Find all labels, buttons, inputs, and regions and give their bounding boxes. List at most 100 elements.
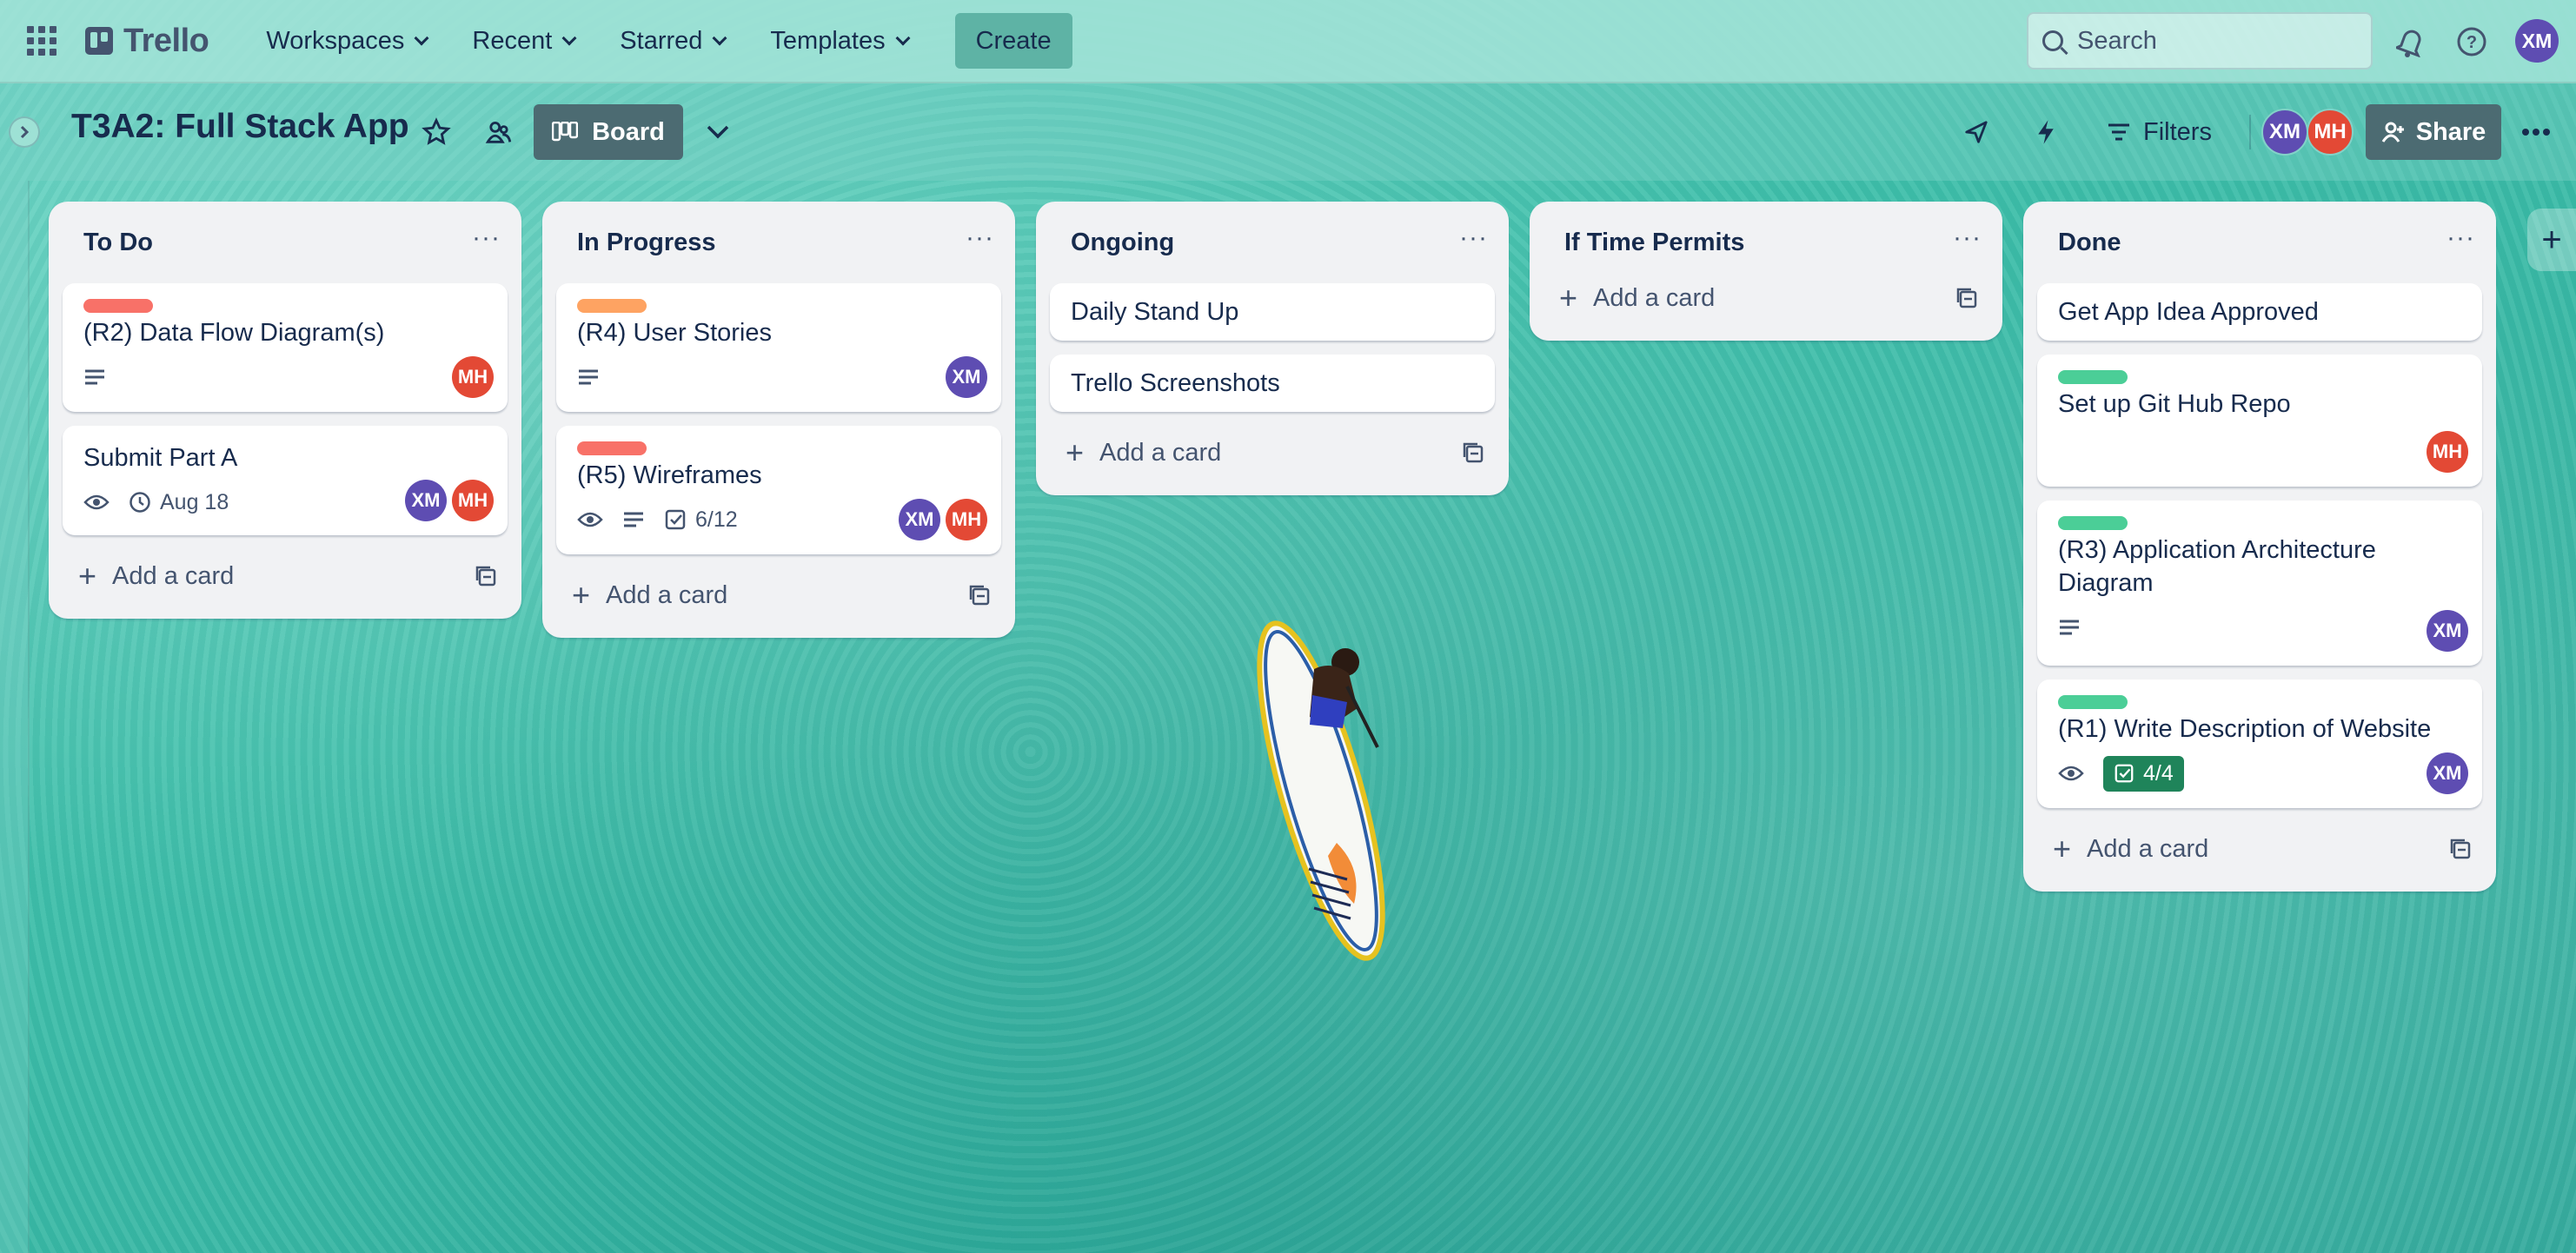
plus-icon: + xyxy=(572,577,591,613)
views-chevron-down-icon[interactable] xyxy=(700,115,735,149)
card-members: XM MH xyxy=(405,480,494,521)
card-label[interactable] xyxy=(2058,516,2128,530)
card-title: Daily Stand Up xyxy=(1071,298,1239,326)
card[interactable]: (R1) Write Description of Website 4/4 XM xyxy=(2037,680,2482,808)
card[interactable]: (R4) User Stories XM xyxy=(556,283,1001,412)
add-card-button[interactable]: + Add a card xyxy=(556,568,1001,622)
board-menu-icon[interactable] xyxy=(2519,115,2553,149)
add-card-button[interactable]: + Add a card xyxy=(63,549,508,603)
card[interactable]: Submit Part A Aug 18 XM MH xyxy=(63,426,508,535)
create-button[interactable]: Create xyxy=(954,13,1072,69)
app-switcher-icon[interactable] xyxy=(23,22,61,60)
card[interactable]: Get App Idea Approved xyxy=(2037,283,2482,341)
member-avatar[interactable]: MH xyxy=(946,499,987,540)
add-card-button[interactable]: + Add a card xyxy=(1050,426,1495,480)
list-in-progress: In Progress ··· (R4) User Stories XM (R5… xyxy=(542,202,1015,638)
add-card-label: Add a card xyxy=(112,561,235,590)
notifications-icon[interactable] xyxy=(2392,23,2430,61)
share-button[interactable]: Share xyxy=(2366,104,2501,160)
checklist-count: 6/12 xyxy=(695,507,738,532)
eye-icon xyxy=(577,512,603,527)
add-list-button[interactable]: + xyxy=(2527,209,2576,271)
board-icon xyxy=(552,122,579,142)
member-avatar[interactable]: MH xyxy=(2427,431,2468,473)
add-card-button[interactable]: + Add a card xyxy=(1544,271,1988,325)
card-label[interactable] xyxy=(83,299,153,313)
eye-icon xyxy=(83,494,110,510)
create-from-template-icon[interactable] xyxy=(475,565,497,587)
member-avatar[interactable]: XM xyxy=(899,499,940,540)
starred-menu[interactable]: Starred xyxy=(601,13,744,69)
recent-menu[interactable]: Recent xyxy=(453,13,594,69)
list-title[interactable]: To Do xyxy=(83,229,153,257)
card-label[interactable] xyxy=(577,299,647,313)
board-member-avatar[interactable]: XM xyxy=(2261,109,2308,156)
member-avatar[interactable]: XM xyxy=(946,356,987,398)
list-menu-icon[interactable]: ··· xyxy=(966,223,994,262)
chevron-down-icon xyxy=(561,30,577,46)
card-members: XM xyxy=(2427,752,2468,794)
workspaces-menu[interactable]: Workspaces xyxy=(247,13,446,69)
header-divider xyxy=(2249,115,2251,149)
create-from-template-icon[interactable] xyxy=(1462,441,1484,464)
user-avatar[interactable]: XM xyxy=(2515,19,2559,63)
board-member-avatar[interactable]: MH xyxy=(2307,109,2354,156)
card-members: MH xyxy=(452,356,494,398)
automation-icon[interactable] xyxy=(2028,115,2063,149)
card[interactable]: Daily Stand Up xyxy=(1050,283,1495,341)
chevron-down-icon xyxy=(895,30,911,46)
trello-logo[interactable]: Trello xyxy=(85,23,209,60)
due-date-badge[interactable]: Aug 18 xyxy=(129,490,229,515)
card[interactable]: (R5) Wireframes 6/12 XM MH xyxy=(556,426,1001,554)
list-title[interactable]: Done xyxy=(2058,229,2121,257)
list-menu-icon[interactable]: ··· xyxy=(1459,223,1488,262)
filters-button[interactable]: Filters xyxy=(2107,106,2212,158)
help-icon[interactable]: ? xyxy=(2453,23,2491,61)
card-title: (R3) Application Architecture Diagram xyxy=(2058,536,2376,597)
list-menu-icon[interactable]: ··· xyxy=(1953,223,1982,262)
create-from-template-icon[interactable] xyxy=(1955,287,1978,309)
board-title[interactable]: T3A2: Full Stack App xyxy=(71,108,409,146)
card-label[interactable] xyxy=(2058,370,2128,384)
member-avatar[interactable]: XM xyxy=(2427,610,2468,652)
card[interactable]: (R3) Application Architecture Diagram XM xyxy=(2037,501,2482,666)
power-ups-icon[interactable] xyxy=(1959,115,1994,149)
visibility-icon[interactable] xyxy=(481,115,516,149)
member-avatar[interactable]: XM xyxy=(405,480,447,521)
card-label[interactable] xyxy=(577,441,647,455)
chevron-down-icon xyxy=(712,30,727,46)
member-avatar[interactable]: MH xyxy=(452,480,494,521)
list-menu-icon[interactable]: ··· xyxy=(2447,223,2475,262)
board-view-label: Board xyxy=(592,117,665,146)
list-to-do: To Do ··· (R2) Data Flow Diagram(s) MH S… xyxy=(49,202,521,619)
templates-menu[interactable]: Templates xyxy=(751,13,926,69)
list-ongoing: Ongoing ··· Daily Stand Up Trello Screen… xyxy=(1036,202,1509,495)
list-title[interactable]: If Time Permits xyxy=(1564,229,1744,257)
create-from-template-icon[interactable] xyxy=(2449,838,2472,860)
list-title[interactable]: Ongoing xyxy=(1071,229,1174,257)
add-card-label: Add a card xyxy=(606,580,728,609)
card[interactable]: Trello Screenshots xyxy=(1050,355,1495,412)
sidebar-expand-icon[interactable] xyxy=(9,116,40,148)
svg-text:?: ? xyxy=(2466,33,2477,52)
member-avatar[interactable]: XM xyxy=(2427,752,2468,794)
list-menu-icon[interactable]: ··· xyxy=(472,223,501,262)
board-header: T3A2: Full Stack App Board Filters XM MH… xyxy=(0,83,2576,181)
starred-label: Starred xyxy=(620,26,703,55)
card-label[interactable] xyxy=(2058,695,2128,709)
board-view-button[interactable]: Board xyxy=(534,104,683,160)
card[interactable]: Set up Git Hub Repo MH xyxy=(2037,355,2482,487)
plus-icon: + xyxy=(2053,831,2072,866)
add-card-button[interactable]: + Add a card xyxy=(2037,822,2482,876)
card-badges xyxy=(83,356,492,398)
chevron-down-icon xyxy=(414,30,429,46)
card[interactable]: (R2) Data Flow Diagram(s) MH xyxy=(63,283,508,412)
search-input[interactable]: Search xyxy=(2027,12,2373,70)
create-from-template-icon[interactable] xyxy=(968,584,991,607)
member-avatar[interactable]: MH xyxy=(452,356,494,398)
checklist-badge: 6/12 xyxy=(664,507,738,533)
star-icon[interactable] xyxy=(419,115,454,149)
card-title: (R2) Data Flow Diagram(s) xyxy=(83,319,385,347)
list-title[interactable]: In Progress xyxy=(577,229,716,257)
card-members: XM MH xyxy=(899,499,987,540)
